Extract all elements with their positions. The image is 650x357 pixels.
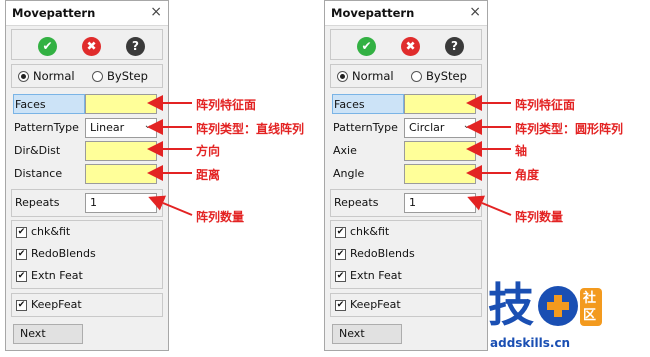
annotation-repeats-right: 阵列数量 [515,210,564,224]
annotation-faces-left: 阵列特征面 [196,98,257,112]
annotation-axie-right: 轴 [515,144,528,158]
annotation-dist-left: 距离 [196,168,221,182]
annotation-faces-right: 阵列特征面 [515,98,576,112]
logo-url: addskills.cn [490,336,571,350]
addskills-logo: 技 社区 addskills.cn [480,280,650,357]
logo-badge-text: 社区 [583,291,597,323]
annotation-dir-left: 方向 [196,144,221,158]
arrow-repeats-right [467,195,512,216]
annotation-angle-right: 角度 [515,168,540,182]
logo-badge: 社区 [580,288,602,326]
annotation-repeats-left: 阵列数量 [196,210,245,224]
annotation-type-left: 阵列类型：直线阵列 [196,122,305,136]
logo-plus-circle-icon [538,286,578,326]
arrow-repeats-left [148,195,193,216]
logo-char: 技 [488,278,534,332]
annotation-type-right: 阵列类型：圆形阵列 [515,122,624,136]
